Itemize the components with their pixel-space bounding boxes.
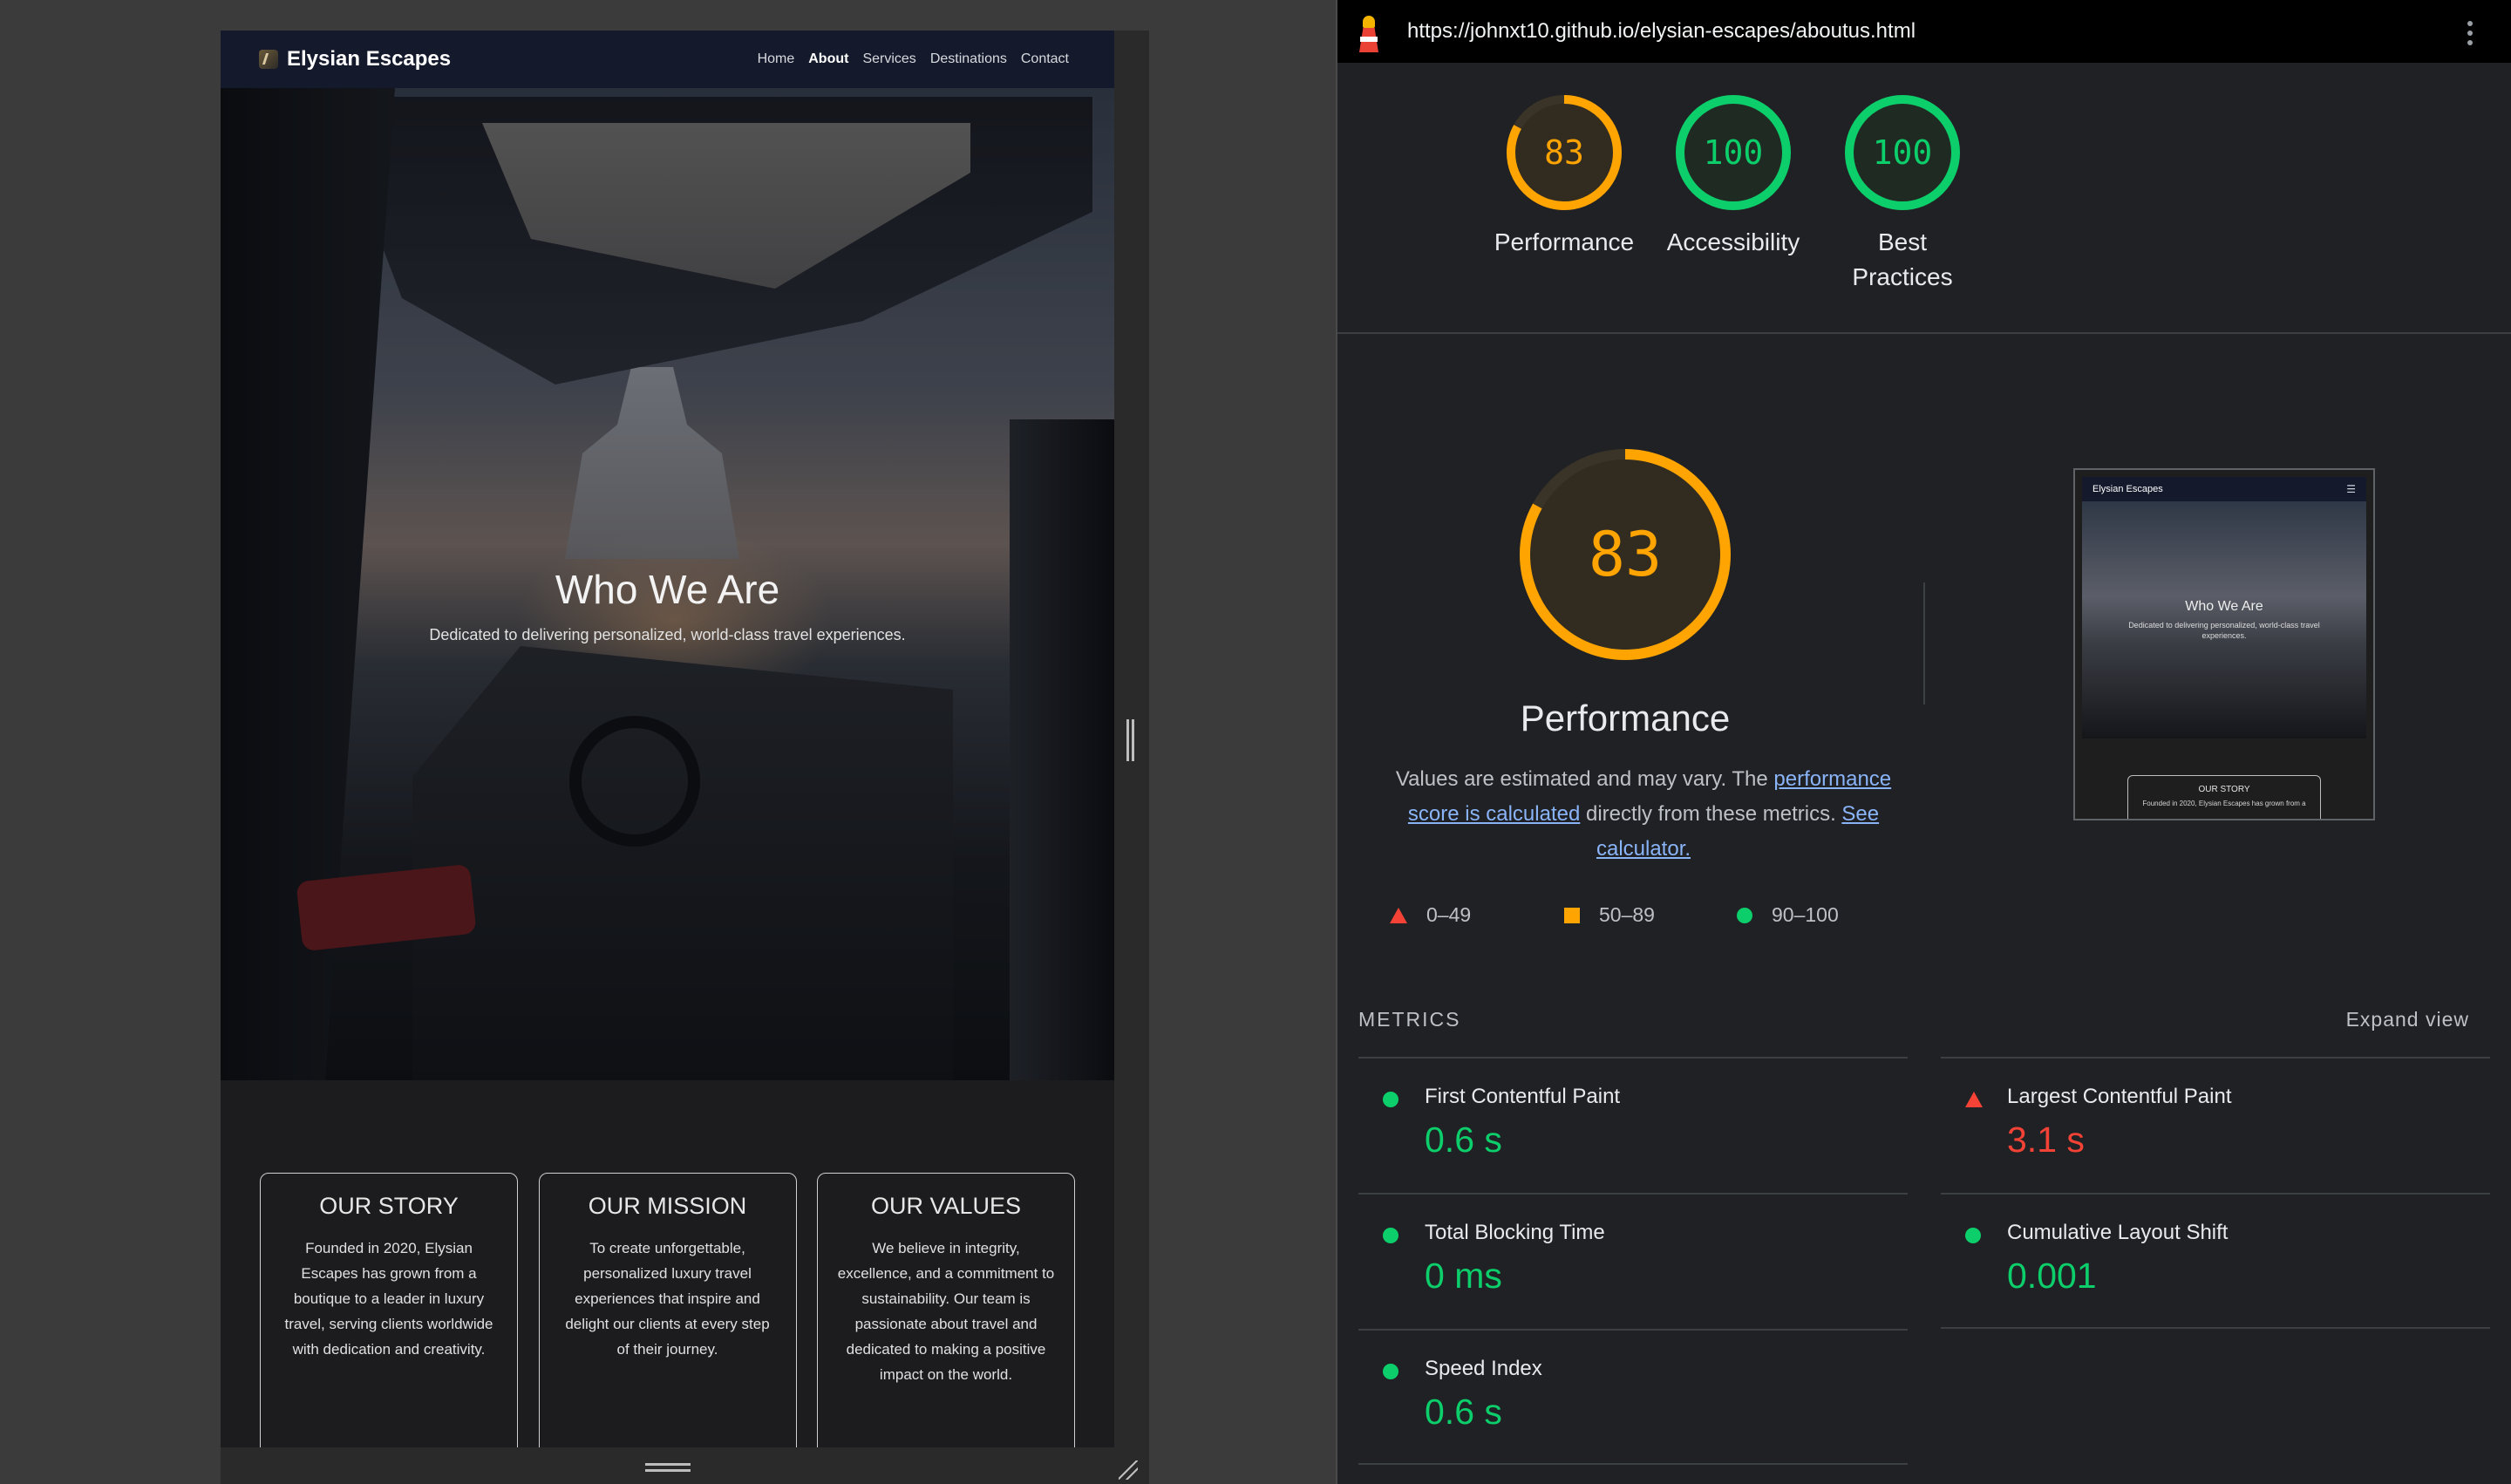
pass-circle-icon (1383, 1364, 1398, 1379)
legend-fail: 0–49 (1390, 903, 1471, 927)
gauge-label: Performance (1494, 228, 1635, 255)
metric-lcp: Largest Contentful Paint 3.1 s (1941, 1057, 2490, 1193)
resize-handle-side[interactable] (1126, 719, 1134, 761)
legend-label: 50–89 (1599, 903, 1655, 926)
lighthouse-report: https://johnxt10.github.io/elysian-escap… (1337, 0, 2511, 1484)
thumb-hero: Who We Are Dedicated to delivering perso… (2082, 501, 2366, 739)
device-emulation-viewport: Elysian Escapes Home About Services Dest… (221, 31, 1149, 1484)
hero-title: Who We Are (555, 567, 780, 612)
nav-link-about[interactable]: About (808, 51, 848, 67)
hero-section: Who We Are Dedicated to delivering perso… (221, 88, 1114, 1080)
metric-cls: Cumulative Layout Shift 0.001 (1941, 1193, 2490, 1329)
brand[interactable]: Elysian Escapes (259, 47, 451, 71)
metric-name: First Contentful Paint (1425, 1085, 1621, 1108)
nav-link-destinations[interactable]: Destinations (930, 51, 1007, 67)
legend-label: 90–100 (1772, 903, 1839, 926)
score-legend: 0–49 50–89 90–100 (1390, 903, 1895, 929)
thumb-subtitle: Dedicated to delivering personalized, wo… (2128, 621, 2320, 640)
nav-links: Home About Services Destinations Contact (758, 51, 1069, 67)
performance-title: Performance (1520, 698, 1731, 739)
header-separator (1337, 332, 2511, 334)
website-page: Elysian Escapes Home About Services Dest… (221, 31, 1114, 1447)
vertical-separator (1923, 582, 1925, 705)
svg-text:100: 100 (1704, 133, 1764, 172)
metric-fcp: First Contentful Paint 0.6 s (1358, 1057, 1908, 1193)
brand-logo-icon (259, 50, 278, 69)
card-our-values: OUR VALUES We believe in integrity, exce… (817, 1173, 1075, 1447)
card-our-story: OUR STORY Founded in 2020, Elysian Escap… (260, 1173, 518, 1447)
metric-speed-index: Speed Index 0.6 s (1358, 1329, 1908, 1465)
svg-text:83: 83 (1544, 133, 1584, 172)
gauge-accessibility[interactable]: 100 Accessibility (1646, 94, 1820, 260)
metric-value: 3.1 s (2007, 1120, 2085, 1160)
fail-triangle-icon (1390, 907, 1407, 923)
desc-text: directly from these metrics. (1580, 802, 1842, 826)
legend-pass: 90–100 (1737, 903, 1839, 927)
nav-link-home[interactable]: Home (758, 51, 795, 67)
site-navbar: Elysian Escapes Home About Services Dest… (221, 31, 1114, 88)
report-url[interactable]: https://johnxt10.github.io/elysian-escap… (1407, 19, 1916, 44)
metric-value: 0.6 s (1425, 1120, 1502, 1160)
performance-big-gauge: 83 (1520, 449, 1731, 660)
metrics-heading: METRICS (1358, 1008, 1461, 1031)
thumb-card-body: Founded in 2020, Elysian Escapes has gro… (2142, 800, 2306, 807)
svg-text:83: 83 (1589, 519, 1662, 590)
fail-triangle-icon (1965, 1092, 1983, 1107)
thumb-brand: Elysian Escapes (2092, 484, 2163, 494)
resize-handle-corner-icon[interactable] (1119, 1460, 1138, 1480)
gauge-best-practices-ring: 100 (1845, 95, 1960, 210)
info-cards: OUR STORY Founded in 2020, Elysian Escap… (260, 1173, 1075, 1447)
thumb-title: Who We Are (2185, 599, 2263, 614)
report-url-bar: https://johnxt10.github.io/elysian-escap… (1337, 0, 2511, 63)
legend-average: 50–89 (1564, 903, 1655, 927)
metric-name: Total Blocking Time (1425, 1221, 1605, 1244)
desc-text: Values are estimated and may vary. The (1395, 767, 1774, 791)
metric-tbt: Total Blocking Time 0 ms (1358, 1193, 1908, 1329)
metric-value: 0 ms (1425, 1256, 1502, 1296)
nav-link-contact[interactable]: Contact (1021, 51, 1069, 67)
card-body: Founded in 2020, Elysian Escapes has gro… (284, 1240, 493, 1358)
gauge-label: Accessibility (1666, 228, 1800, 255)
lighthouse-logo-icon (1357, 16, 1381, 54)
pass-circle-icon (1383, 1228, 1398, 1243)
legend-label: 0–49 (1426, 903, 1472, 926)
card-our-mission: OUR MISSION To create unforgettable, per… (538, 1173, 797, 1447)
thumb-navbar: Elysian Escapes ☰ (2082, 477, 2366, 501)
hamburger-menu-icon: ☰ (2346, 483, 2356, 495)
expand-view-toggle[interactable]: Expand view (2346, 1008, 2469, 1031)
pass-circle-icon (1737, 907, 1752, 923)
more-options-icon[interactable] (2467, 21, 2473, 47)
thumb-card: OUR STORY Founded in 2020, Elysian Escap… (2127, 775, 2321, 819)
card-body: We believe in integrity, excellence, and… (837, 1240, 1055, 1383)
gauge-label: Best Practices (1852, 228, 1953, 290)
card-title: OUR STORY (319, 1193, 459, 1219)
final-screenshot-thumbnail[interactable]: Elysian Escapes ☰ Who We Are Dedicated t… (2073, 468, 2375, 820)
thumb-card-title: OUR STORY (2198, 785, 2250, 794)
card-body: To create unforgettable, personalized lu… (565, 1240, 770, 1358)
gauge-performance-ring: 83 (1507, 95, 1622, 210)
nav-link-services[interactable]: Services (862, 51, 915, 67)
svg-text:100: 100 (1873, 133, 1933, 172)
card-title: OUR VALUES (870, 1193, 1022, 1219)
metric-name: Cumulative Layout Shift (2007, 1221, 2229, 1244)
metric-name: Speed Index (1425, 1357, 1542, 1380)
gauge-best-practices[interactable]: 100 Best Practices (1815, 94, 1990, 295)
gauge-performance[interactable]: 83 Performance (1477, 94, 1651, 260)
card-title: OUR MISSION (588, 1193, 747, 1219)
gauge-accessibility-ring: 100 (1676, 95, 1791, 210)
metric-value: 0.6 s (1425, 1392, 1502, 1432)
performance-description: Values are estimated and may vary. The p… (1369, 762, 1918, 867)
metric-name: Largest Contentful Paint (2007, 1085, 2232, 1108)
hero-subtitle: Dedicated to delivering personalized, wo… (429, 626, 906, 643)
score-gauges: 83 Performance 100 Accessibility 100 Bes… (1337, 94, 2511, 312)
brand-name: Elysian Escapes (287, 47, 452, 71)
pass-circle-icon (1965, 1228, 1981, 1243)
resize-handle-bottom[interactable] (645, 1463, 691, 1472)
pass-circle-icon (1383, 1092, 1398, 1107)
average-square-icon (1564, 907, 1580, 923)
metric-value: 0.001 (2007, 1256, 2097, 1296)
